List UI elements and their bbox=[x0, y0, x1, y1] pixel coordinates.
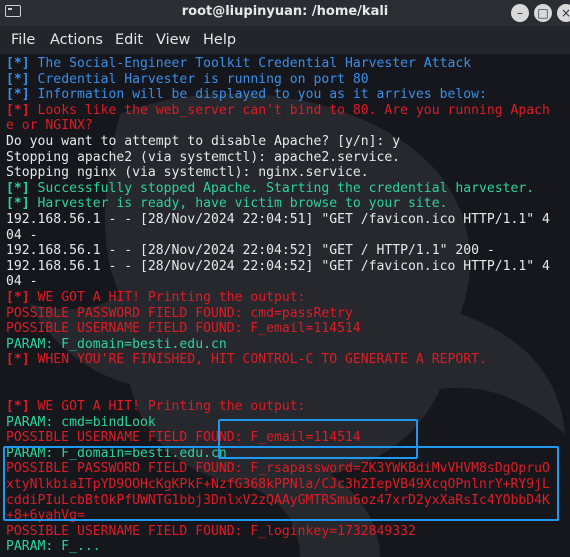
terminal-line: [*] Harvester is ready, have victim brow… bbox=[6, 196, 550, 212]
terminal-line: [*] WHEN YOU'RE FINISHED, HIT CONTROL-C … bbox=[6, 352, 550, 368]
status-prefix: [*] bbox=[6, 180, 30, 196]
menu-view[interactable]: View bbox=[156, 32, 190, 48]
line-text: Looks like the web_server can't bind to … bbox=[29, 102, 550, 118]
line-text: PARAM: cmd=bindLook bbox=[6, 414, 156, 430]
highlight-box-password bbox=[3, 446, 559, 521]
line-text: 192.168.56.1 - - [28/Nov/2024 22:04:52] … bbox=[6, 243, 495, 259]
minimize-button[interactable]: – bbox=[511, 4, 529, 22]
terminal-line: 192.168.56.1 - - [28/Nov/2024 22:04:52] … bbox=[6, 259, 550, 275]
line-text: PARAM: F_... bbox=[6, 539, 101, 555]
terminal-line: POSSIBLE USERNAME FIELD FOUND: F_loginke… bbox=[6, 524, 550, 540]
status-prefix: [*] bbox=[6, 102, 30, 118]
line-text: 192.168.56.1 - - [28/Nov/2024 22:04:52] … bbox=[6, 258, 550, 274]
terminal-line: [*] WE GOT A HIT! Printing the output: bbox=[6, 399, 550, 415]
close-button[interactable]: × bbox=[557, 4, 570, 22]
line-text: Stopping apache2 (via systemctl): apache… bbox=[6, 149, 401, 165]
terminal-line: [*] Credential Harvester is running on p… bbox=[6, 72, 550, 88]
maximize-button[interactable]: □ bbox=[534, 4, 552, 22]
menu-bar: File Actions Edit View Help bbox=[0, 26, 570, 54]
line-text: 04 - bbox=[6, 227, 38, 243]
terminal-line: Stopping apache2 (via systemctl): apache… bbox=[6, 150, 550, 166]
line-text: The Social-Engineer Toolkit Credential H… bbox=[29, 56, 472, 71]
terminal-window: root@liupinyuan: /home/kali – □ × File A… bbox=[0, 0, 570, 557]
status-prefix: [*] bbox=[6, 196, 30, 212]
status-prefix: [*] bbox=[6, 289, 30, 305]
line-text: Successfully stopped Apache. Starting th… bbox=[29, 180, 535, 196]
status-prefix: [*] bbox=[6, 399, 30, 415]
line-text: POSSIBLE PASSWORD FIELD FOUND: cmd=passR… bbox=[6, 305, 353, 321]
terminal-line: [*] Successfully stopped Apache. Startin… bbox=[6, 181, 550, 197]
menu-edit[interactable]: Edit bbox=[115, 32, 143, 48]
terminal-line: [*] The Social-Engineer Toolkit Credenti… bbox=[6, 56, 550, 72]
status-prefix: [*] bbox=[6, 56, 30, 71]
terminal-line: e or NGINX? bbox=[6, 118, 550, 134]
terminal-line: PARAM: F_domain=besti.edu.cn bbox=[6, 337, 550, 353]
line-text: Information will be displayed to you as … bbox=[29, 87, 487, 103]
status-prefix: [*] bbox=[6, 352, 30, 368]
menu-file[interactable]: File bbox=[11, 32, 35, 48]
title-bar[interactable]: root@liupinyuan: /home/kali – □ × bbox=[0, 0, 570, 26]
line-text: WE GOT A HIT! Printing the output: bbox=[29, 399, 306, 415]
menu-help[interactable]: Help bbox=[203, 32, 236, 48]
status-prefix: [*] bbox=[6, 71, 30, 87]
line-text: PARAM: F_domain=besti.edu.cn bbox=[6, 336, 227, 352]
terminal-line: [*] WE GOT A HIT! Printing the output: bbox=[6, 290, 550, 306]
line-text: WHEN YOU'RE FINISHED, HIT CONTROL-C TO G… bbox=[29, 352, 487, 368]
terminal-line: Stopping nginx (via systemctl): nginx.se… bbox=[6, 165, 550, 181]
line-text: Stopping nginx (via systemctl): nginx.se… bbox=[6, 165, 369, 181]
terminal-line: [*] Looks like the web_server can't bind… bbox=[6, 103, 550, 119]
line-text: POSSIBLE USERNAME FIELD FOUND: F_email=1… bbox=[6, 321, 361, 337]
line-text: 192.168.56.1 - - [28/Nov/2024 22:04:51] … bbox=[6, 211, 550, 227]
terminal-line: 04 - bbox=[6, 228, 550, 244]
terminal-line: 192.168.56.1 - - [28/Nov/2024 22:04:52] … bbox=[6, 243, 550, 259]
line-text: 04 - bbox=[6, 274, 38, 290]
line-text: Do you want to attempt to disable Apache… bbox=[6, 133, 401, 149]
terminal-line: [*] Information will be displayed to you… bbox=[6, 87, 550, 103]
terminal-line: 192.168.56.1 - - [28/Nov/2024 22:04:51] … bbox=[6, 212, 550, 228]
terminal-output[interactable]: [*] The Social-Engineer Toolkit Credenti… bbox=[0, 54, 570, 557]
line-text: e or NGINX? bbox=[6, 118, 93, 134]
terminal-line: POSSIBLE PASSWORD FIELD FOUND: cmd=passR… bbox=[6, 306, 550, 322]
line-text: WE GOT A HIT! Printing the output: bbox=[29, 289, 306, 305]
window-title: root@liupinyuan: /home/kali bbox=[181, 4, 389, 19]
line-text: Credential Harvester is running on port … bbox=[29, 71, 369, 87]
status-prefix: [*] bbox=[6, 87, 30, 103]
line-text: POSSIBLE USERNAME FIELD FOUND: F_loginke… bbox=[6, 523, 416, 539]
terminal-line: 04 - bbox=[6, 274, 550, 290]
menu-actions[interactable]: Actions bbox=[50, 32, 103, 48]
terminal-line: Do you want to attempt to disable Apache… bbox=[6, 134, 550, 150]
line-text: Harvester is ready, have victim browse t… bbox=[29, 196, 448, 212]
terminal-line: PARAM: F_... bbox=[6, 539, 550, 555]
terminal-line: POSSIBLE USERNAME FIELD FOUND: F_email=1… bbox=[6, 321, 550, 337]
